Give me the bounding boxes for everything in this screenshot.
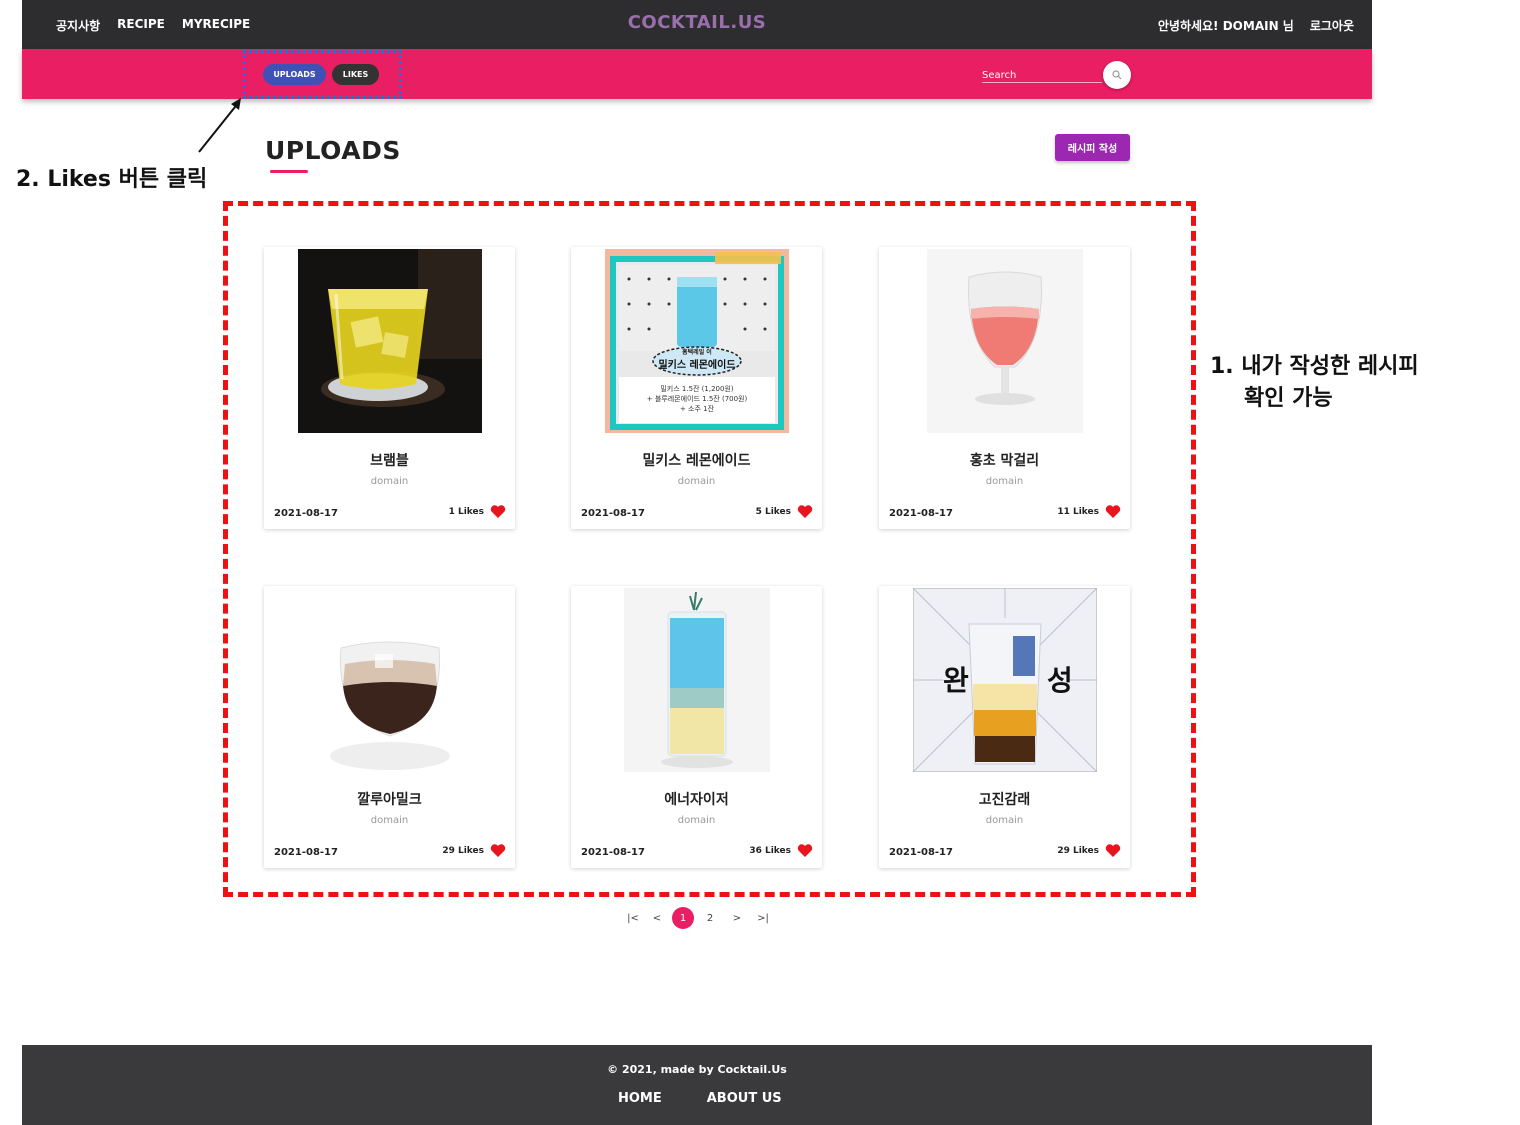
prev-page-button[interactable]: < — [646, 907, 668, 929]
nav-right: 안녕하세요! DOMAIN 님 로그아웃 — [1158, 17, 1354, 34]
footer-home-link[interactable]: HOME — [618, 1091, 662, 1106]
logout-link[interactable]: 로그아웃 — [1310, 17, 1354, 34]
search-icon — [1112, 70, 1122, 80]
footer-links: HOME ABOUT US — [618, 1091, 782, 1106]
page-title: UPLOADS — [265, 136, 401, 165]
sub-navbar: UPLOADS LIKES — [22, 49, 1372, 99]
pagination: |< < 1 2 > >| — [622, 907, 782, 931]
first-page-button[interactable]: |< — [622, 907, 644, 929]
last-page-button[interactable]: >| — [752, 907, 774, 929]
page-1-button[interactable]: 1 — [672, 907, 694, 929]
top-navbar: 공지사항 RECIPE MYRECIPE COCKTAIL.US 안녕하세요! … — [22, 0, 1372, 49]
title-underline — [270, 170, 308, 173]
footer: © 2021, made by Cocktail.Us HOME ABOUT U… — [22, 1045, 1372, 1125]
search-button[interactable] — [1103, 61, 1131, 89]
annotation-uploads-line2: 확인 가능 — [1244, 386, 1333, 411]
annotation-arrow-icon — [198, 98, 241, 153]
annotation-likes: 2. Likes 버튼 클릭 — [16, 167, 208, 192]
likes-highlight-box — [243, 50, 402, 99]
uploads-highlight-box — [223, 201, 1196, 897]
user-greeting: 안녕하세요! DOMAIN 님 — [1157, 19, 1294, 33]
annotation-uploads-line1: 1. 내가 작성한 레시피 — [1210, 354, 1419, 379]
footer-copyright: © 2021, made by Cocktail.Us — [607, 1063, 787, 1076]
search-input[interactable] — [982, 66, 1102, 85]
next-page-button[interactable]: > — [726, 907, 748, 929]
search-field — [982, 63, 1102, 85]
write-recipe-button[interactable]: 레시피 작성 — [1055, 134, 1130, 161]
footer-about-link[interactable]: ABOUT US — [707, 1091, 782, 1106]
page-2-button[interactable]: 2 — [699, 907, 721, 929]
